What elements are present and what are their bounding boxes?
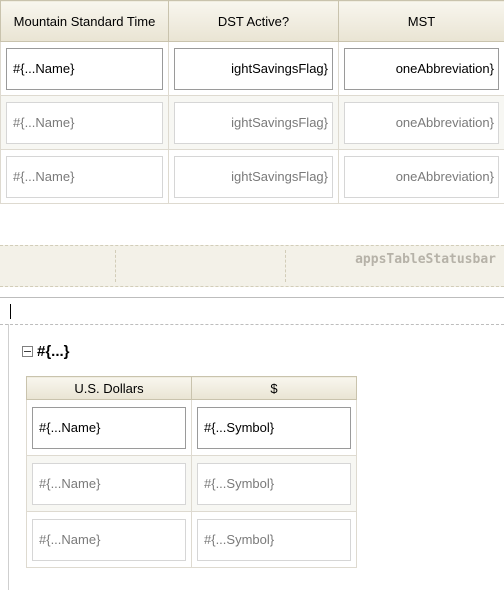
iterator-label: #{...} [37,342,70,360]
text-caret [10,304,11,319]
table-statusbar[interactable]: appsTableStatusbar [0,245,504,287]
table-cell: #{...Name} [0,41,169,96]
table-footer-spacer [0,216,504,245]
table-cell: ightSavingsFlag} [168,95,339,150]
section-divider [0,297,504,298]
currency-name-field[interactable]: #{...Name} [32,462,186,505]
currency-symbol-field[interactable]: #{...Symbol} [197,518,351,561]
dst-flag-field[interactable]: ightSavingsFlag} [174,155,333,198]
table-cell: #{...Name} [26,455,192,512]
iterator-node[interactable]: #{...} [22,342,70,360]
currency-name-field[interactable]: #{...Name} [32,406,186,449]
table-cell: #{...Symbol} [191,455,357,512]
currency-table: U.S. Dollars $ #{...Name} #{...Symbol} #… [26,376,357,568]
vertical-guide-line [8,324,9,590]
currency-symbol-field[interactable]: #{...Symbol} [197,462,351,505]
timezone-table: Mountain Standard Time DST Active? MST #… [0,0,504,204]
column-header[interactable]: Mountain Standard Time [0,0,169,42]
designer-canvas: Mountain Standard Time DST Active? MST #… [0,0,504,590]
statusbar-segment [115,250,286,282]
table-cell: oneAbbreviation} [338,149,504,204]
dst-flag-field[interactable]: ightSavingsFlag} [174,47,333,90]
table-row: #{...Name} ightSavingsFlag} oneAbbreviat… [0,95,504,150]
column-header[interactable]: DST Active? [168,0,339,42]
dst-flag-field[interactable]: ightSavingsFlag} [174,101,333,144]
table-cell: #{...Name} [0,149,169,204]
column-header[interactable]: MST [338,0,504,42]
table-cell: #{...Symbol} [191,511,357,568]
currency-name-field[interactable]: #{...Name} [32,518,186,561]
table-cell: #{...Name} [26,511,192,568]
table-cell: oneAbbreviation} [338,41,504,96]
table-header-row: U.S. Dollars $ [26,376,357,400]
table-row: #{...Name} #{...Symbol} [26,399,357,456]
table-cell: #{...Symbol} [191,399,357,456]
table-cell: #{...Name} [0,95,169,150]
statusbar-segment [0,250,116,282]
column-header[interactable]: $ [191,376,357,400]
column-header[interactable]: U.S. Dollars [26,376,192,400]
table-header-row: Mountain Standard Time DST Active? MST [0,0,504,42]
table-cell: ightSavingsFlag} [168,149,339,204]
currency-symbol-field[interactable]: #{...Symbol} [197,406,351,449]
table-cell: #{...Name} [26,399,192,456]
name-field[interactable]: #{...Name} [6,155,163,198]
table-row: #{...Name} #{...Symbol} [26,511,357,568]
table-row: #{...Name} ightSavingsFlag} oneAbbreviat… [0,41,504,96]
timezone-abbreviation-field[interactable]: oneAbbreviation} [344,101,499,144]
statusbar-label: appsTableStatusbar [355,252,496,267]
collapse-icon[interactable] [22,345,33,357]
table-row: #{...Name} ightSavingsFlag} oneAbbreviat… [0,149,504,204]
name-field[interactable]: #{...Name} [6,47,163,90]
timezone-abbreviation-field[interactable]: oneAbbreviation} [344,155,499,198]
timezone-abbreviation-field[interactable]: oneAbbreviation} [344,47,499,90]
text-insertion-line[interactable] [0,300,504,325]
table-row: #{...Name} #{...Symbol} [26,455,357,512]
table-cell: oneAbbreviation} [338,95,504,150]
name-field[interactable]: #{...Name} [6,101,163,144]
table-cell: ightSavingsFlag} [168,41,339,96]
